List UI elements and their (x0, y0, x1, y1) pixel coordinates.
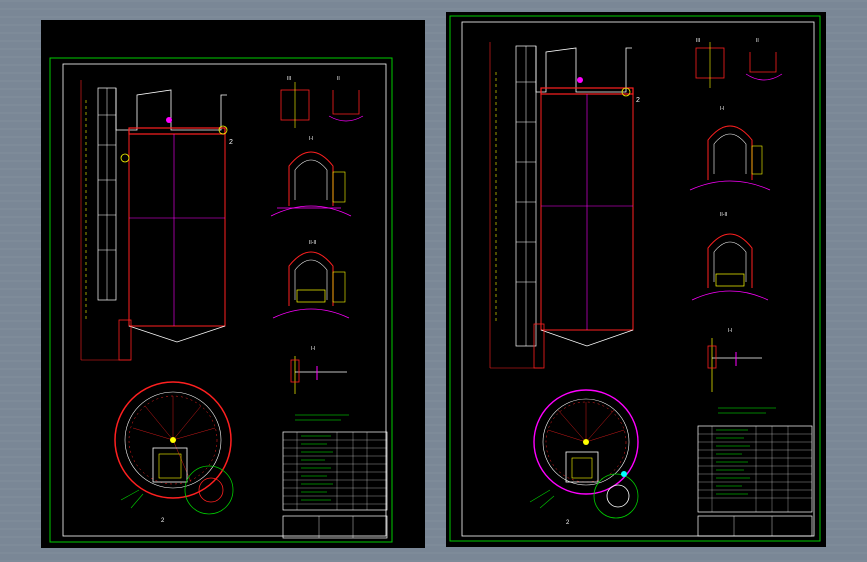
svg-text:I-I: I-I (728, 328, 732, 334)
drawing-sheet-left[interactable]: 2 III II I-I II-II I-I 2 (41, 20, 425, 548)
notes-and-table (697, 407, 813, 537)
svg-text:III: III (287, 76, 291, 82)
notes-and-table (282, 414, 388, 539)
plan-view: 2 (529, 389, 639, 526)
svg-text:III: III (696, 38, 700, 44)
drawing-sheet-right[interactable]: 2 III II I-I II-II I-I 2 (446, 12, 826, 547)
detail-views: III II I-I II-II I-I (270, 76, 364, 394)
drawing-canvas-left: 2 III II I-I II-II I-I 2 (49, 57, 393, 543)
svg-text:2: 2 (161, 518, 165, 524)
svg-text:2: 2 (566, 520, 570, 526)
svg-text:I-I: I-I (309, 136, 313, 142)
silo-elevation: 2 (489, 42, 640, 369)
callout-label: 2 (636, 97, 640, 104)
plan-view: 2 (114, 381, 234, 524)
svg-text:II-II: II-II (309, 240, 316, 246)
detail-views: III II I-I II-II I-I (689, 38, 783, 392)
svg-text:II-II: II-II (720, 212, 727, 218)
svg-text:I-I: I-I (720, 106, 724, 112)
outer-frame (449, 15, 821, 542)
svg-text:II: II (337, 76, 340, 82)
callout-label: 2 (229, 139, 233, 146)
drawing-canvas-right: 2 III II I-I II-II I-I 2 (449, 15, 821, 542)
svg-text:II: II (756, 38, 759, 44)
silo-elevation: 2 (80, 80, 233, 361)
svg-text:I-I: I-I (311, 346, 315, 352)
